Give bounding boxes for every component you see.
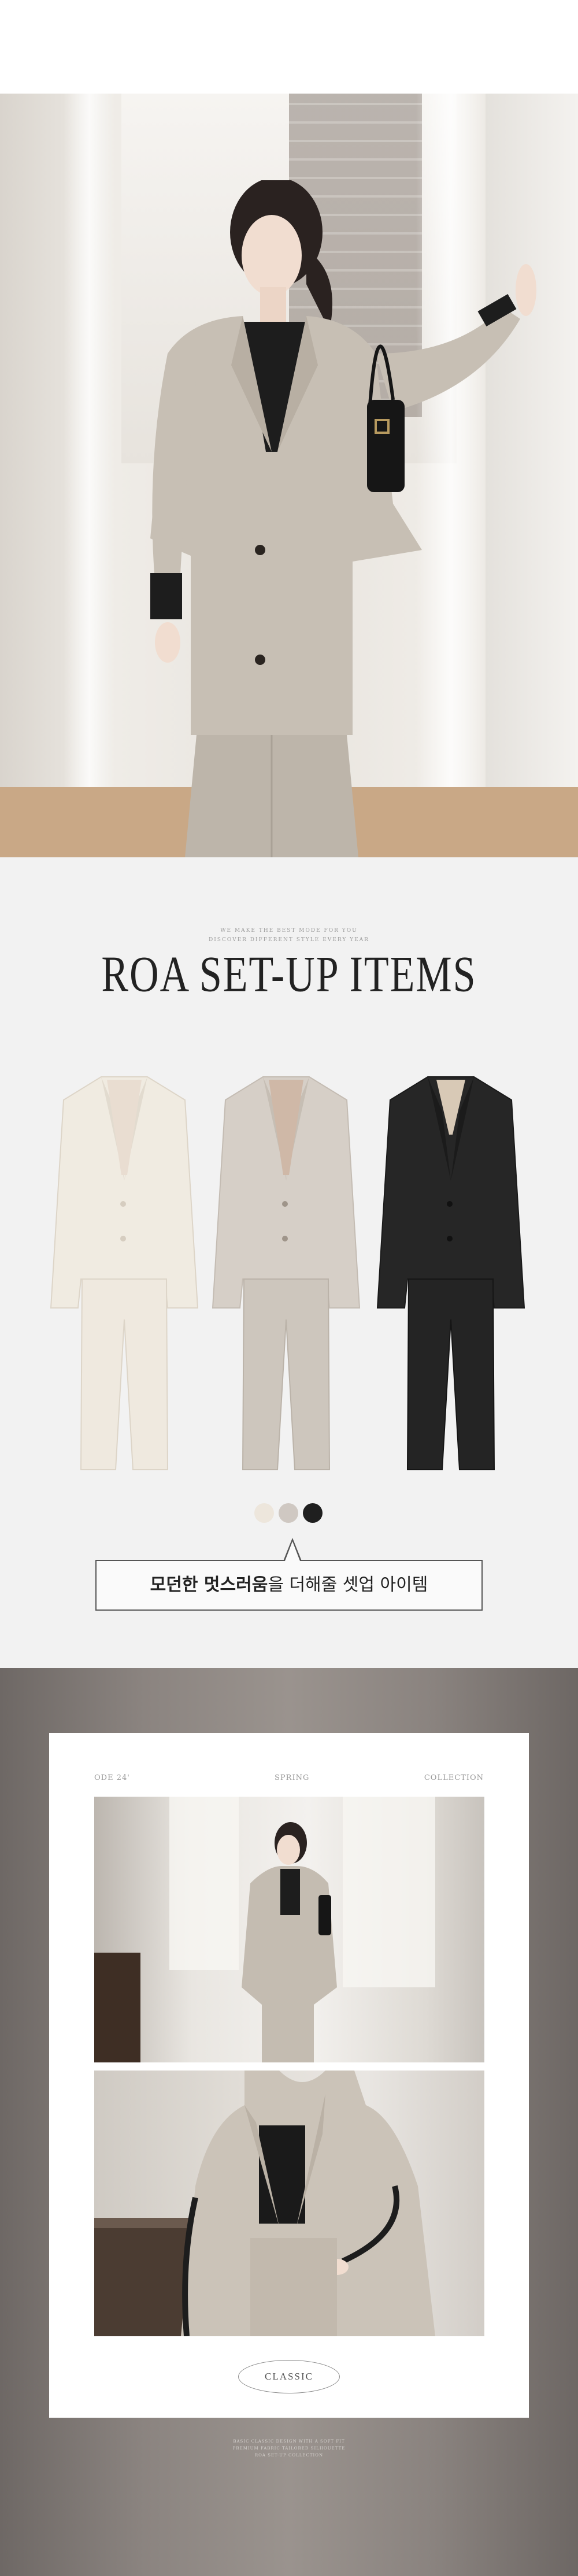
color-swatch-black <box>303 1503 323 1523</box>
tagline-1: WE MAKE THE BEST MODE FOR YOU <box>220 928 358 934</box>
card-photo-bottom <box>94 2071 484 2336</box>
footer-line-3: ROA SET-UP COLLECTION <box>254 2453 324 2458</box>
ivory-setup-product <box>50 1076 199 1470</box>
curtain-left <box>64 94 116 857</box>
classic-badge: CLASSIC <box>238 2360 340 2393</box>
callout-pointer-inner <box>285 1541 300 1561</box>
card-label-right: COLLECTION <box>424 1774 484 1782</box>
collection-card-section: ODE 24' SPRING COLLECTION CLASSIC BASIC … <box>0 1668 578 2576</box>
callout-text: 을 더해줄 셋업 아이템 <box>268 1575 428 1595</box>
tagline-2: DISCOVER DIFFERENT STYLE EVERY YEAR <box>209 937 369 943</box>
model-figure <box>150 180 536 857</box>
color-swatch-ivory <box>254 1503 274 1523</box>
callout-bold-text: 모던한 멋스러움 <box>150 1575 268 1595</box>
setup-items-section: WE MAKE THE BEST MODE FOR YOU DISCOVER D… <box>0 857 578 1668</box>
card-photo-top <box>94 1797 484 2062</box>
black-setup-product <box>376 1076 525 1470</box>
section-title: ROA SET-UP ITEMS <box>101 947 477 1003</box>
footer-line-1: BASIC CLASSIC DESIGN WITH A SOFT FIT <box>233 2439 345 2444</box>
color-swatch-beige <box>279 1503 298 1523</box>
beige-setup-product <box>212 1076 361 1470</box>
footer-line-2: PREMIUM FABRIC TAILORED SILHOUETTE <box>232 2446 346 2451</box>
card-label-center: SPRING <box>275 1774 310 1782</box>
magazine-card: ODE 24' SPRING COLLECTION CLASSIC <box>49 1733 529 2418</box>
card-label-left: ODE 24' <box>94 1774 130 1782</box>
hero-photo <box>0 94 578 857</box>
callout-box: 모던한 멋스러움을 더해줄 셋업 아이템 <box>95 1560 483 1611</box>
